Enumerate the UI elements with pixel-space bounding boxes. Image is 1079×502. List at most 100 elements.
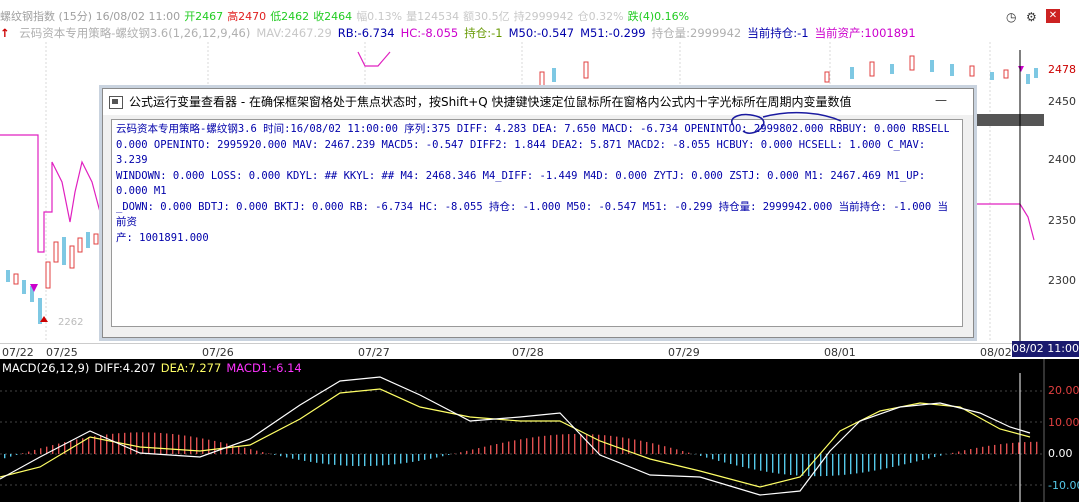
formula-variable-viewer-dialog[interactable]: 公式运行变量查看器 - 在确保框架窗格处于焦点状态时，按Shift+Q 快捷键快… — [102, 88, 974, 338]
macd-histogram-bar — [376, 454, 378, 466]
macd-legend-item: MACD(26,12,9) — [2, 361, 90, 375]
macd-legend: MACD(26,12,9) DIFF:4.207 DEA:7.277 MACD1:-6… — [2, 361, 307, 375]
macd-histogram-bar — [22, 453, 24, 454]
macd-histogram-bar — [364, 454, 366, 467]
macd-histogram-bar — [472, 449, 474, 454]
date-tick: 07/25 — [46, 346, 78, 359]
macd-histogram-bar — [340, 454, 342, 466]
macd-histogram-bar — [790, 454, 792, 475]
macd-histogram-bar — [238, 446, 240, 454]
macd-histogram-bar — [544, 435, 546, 454]
macd-histogram-bar — [310, 454, 312, 462]
strategy-indicator-bar: ↑ 云码资本专用策略-螺纹钢3.6(1,26,12,9,46) MAV:2467.… — [0, 25, 1000, 41]
date-tick: 07/26 — [202, 346, 234, 359]
macd-histogram-bar — [352, 454, 354, 466]
macd-histogram-bar — [394, 454, 396, 465]
macd-histogram-bar — [586, 434, 588, 454]
macd-histogram-bar — [496, 444, 498, 454]
macd-histogram-bar — [100, 435, 102, 454]
macd-histogram-bar — [526, 438, 528, 454]
macd-histogram-bar — [4, 454, 6, 459]
variable-line: WINDOWN: 0.000 LOSS: 0.000 KDYL: ## KKYL… — [116, 169, 926, 198]
macd-histogram-bar — [868, 454, 870, 472]
macd-histogram-bar — [718, 454, 720, 461]
strategy-item: M51:-0.299 — [580, 26, 646, 40]
quote-item: 螺纹钢指数 (15分) 16/08/02 11:00 — [0, 10, 181, 23]
macd-histogram-bar — [346, 454, 348, 466]
macd-histogram-bar — [670, 447, 672, 454]
macd-histogram-bar — [838, 454, 840, 476]
macd-histogram-bar — [910, 454, 912, 463]
macd-histogram-bar — [622, 437, 624, 454]
macd-histogram-bar — [196, 437, 198, 454]
macd-histogram-bar — [706, 454, 708, 458]
quote-item: 收2464 — [313, 10, 353, 23]
macd-histogram-bar — [316, 454, 318, 463]
macd-histogram-bar — [568, 434, 570, 454]
macd-histogram-bar — [442, 454, 444, 457]
strategy-item: MAV:2467.29 — [256, 26, 332, 40]
scrollbar[interactable] — [949, 123, 959, 323]
macd-histogram-bar — [574, 433, 576, 454]
macd-histogram-bar — [988, 445, 990, 454]
variable-values-textarea[interactable]: 云码资本专用策略-螺纹钢3.6 时间:16/08/02 11:00:00 序列:… — [111, 119, 963, 327]
macd-histogram-bar — [154, 432, 156, 454]
macd-histogram-bar — [766, 454, 768, 472]
macd-histogram-bar — [34, 449, 36, 454]
macd-histogram-bar — [184, 435, 186, 454]
date-tick: 07/28 — [512, 346, 544, 359]
macd-histogram-bar — [550, 435, 552, 454]
strategy-item: M50:-0.547 — [508, 26, 575, 40]
macd-histogram-bar — [406, 454, 408, 463]
quote-item: 跌(4)0.16% — [627, 10, 690, 23]
clock-icon[interactable]: ◷ — [1006, 10, 1016, 24]
macd-histogram-bar — [688, 452, 690, 454]
macd-histogram-bar — [292, 454, 294, 459]
quote-item: 高2470 — [227, 10, 267, 23]
close-icon[interactable]: ✕ — [1046, 9, 1060, 23]
macd-legend-item: DEA:7.277 — [160, 361, 222, 375]
macd-histogram-bar — [508, 441, 510, 454]
macd-histogram-bar — [274, 454, 276, 455]
macd-histogram-bar — [994, 444, 996, 454]
macd-histogram-bar — [898, 454, 900, 466]
date-tick: 07/22 — [2, 346, 34, 359]
macd-histogram-bar — [760, 454, 762, 471]
macd-histogram-bar — [934, 454, 936, 458]
macd-histogram-bar — [328, 454, 330, 465]
macd-histogram-bar — [94, 436, 96, 454]
macd-histogram-bar — [712, 454, 714, 460]
macd-tick: 0.00 — [1048, 447, 1073, 460]
macd-histogram-bar — [640, 440, 642, 454]
macd-histogram-bar — [700, 454, 702, 456]
macd-legend-item: DIFF:4.207 — [94, 361, 156, 375]
macd-histogram-bar — [160, 432, 162, 454]
macd-histogram-bar — [886, 454, 888, 469]
price-tick-current: 2478 — [1048, 63, 1076, 76]
macd-histogram-bar — [448, 454, 450, 455]
macd-histogram-bar — [850, 454, 852, 475]
macd-panel[interactable] — [0, 359, 1079, 502]
quote-item: 仓0.32% — [577, 10, 624, 23]
macd-histogram-bar — [1030, 441, 1032, 454]
macd-histogram-bar — [424, 454, 426, 460]
variable-line: 产: 1001891.000 — [116, 231, 209, 244]
macd-histogram-bar — [1006, 443, 1008, 454]
macd-histogram-bar — [970, 448, 972, 454]
macd-histogram-bar — [742, 454, 744, 467]
macd-tick: 20.00 — [1048, 384, 1079, 397]
macd-histogram-bar — [922, 454, 924, 460]
macd-histogram-bar — [784, 454, 786, 475]
macd-histogram-bar — [736, 454, 738, 466]
macd-histogram-bar — [826, 454, 828, 476]
macd-histogram-bar — [10, 454, 12, 457]
macd-tick: 10.00 — [1048, 416, 1079, 429]
macd-histogram-bar — [16, 454, 18, 455]
gear-icon[interactable]: ⚙ — [1026, 10, 1037, 24]
macd-histogram-bar — [412, 454, 414, 462]
macd-histogram-bar — [388, 454, 390, 465]
macd-histogram-bar — [76, 439, 78, 454]
macd-histogram-bar — [466, 450, 468, 454]
macd-histogram-bar — [964, 450, 966, 454]
minimize-button[interactable]: — — [929, 93, 953, 109]
